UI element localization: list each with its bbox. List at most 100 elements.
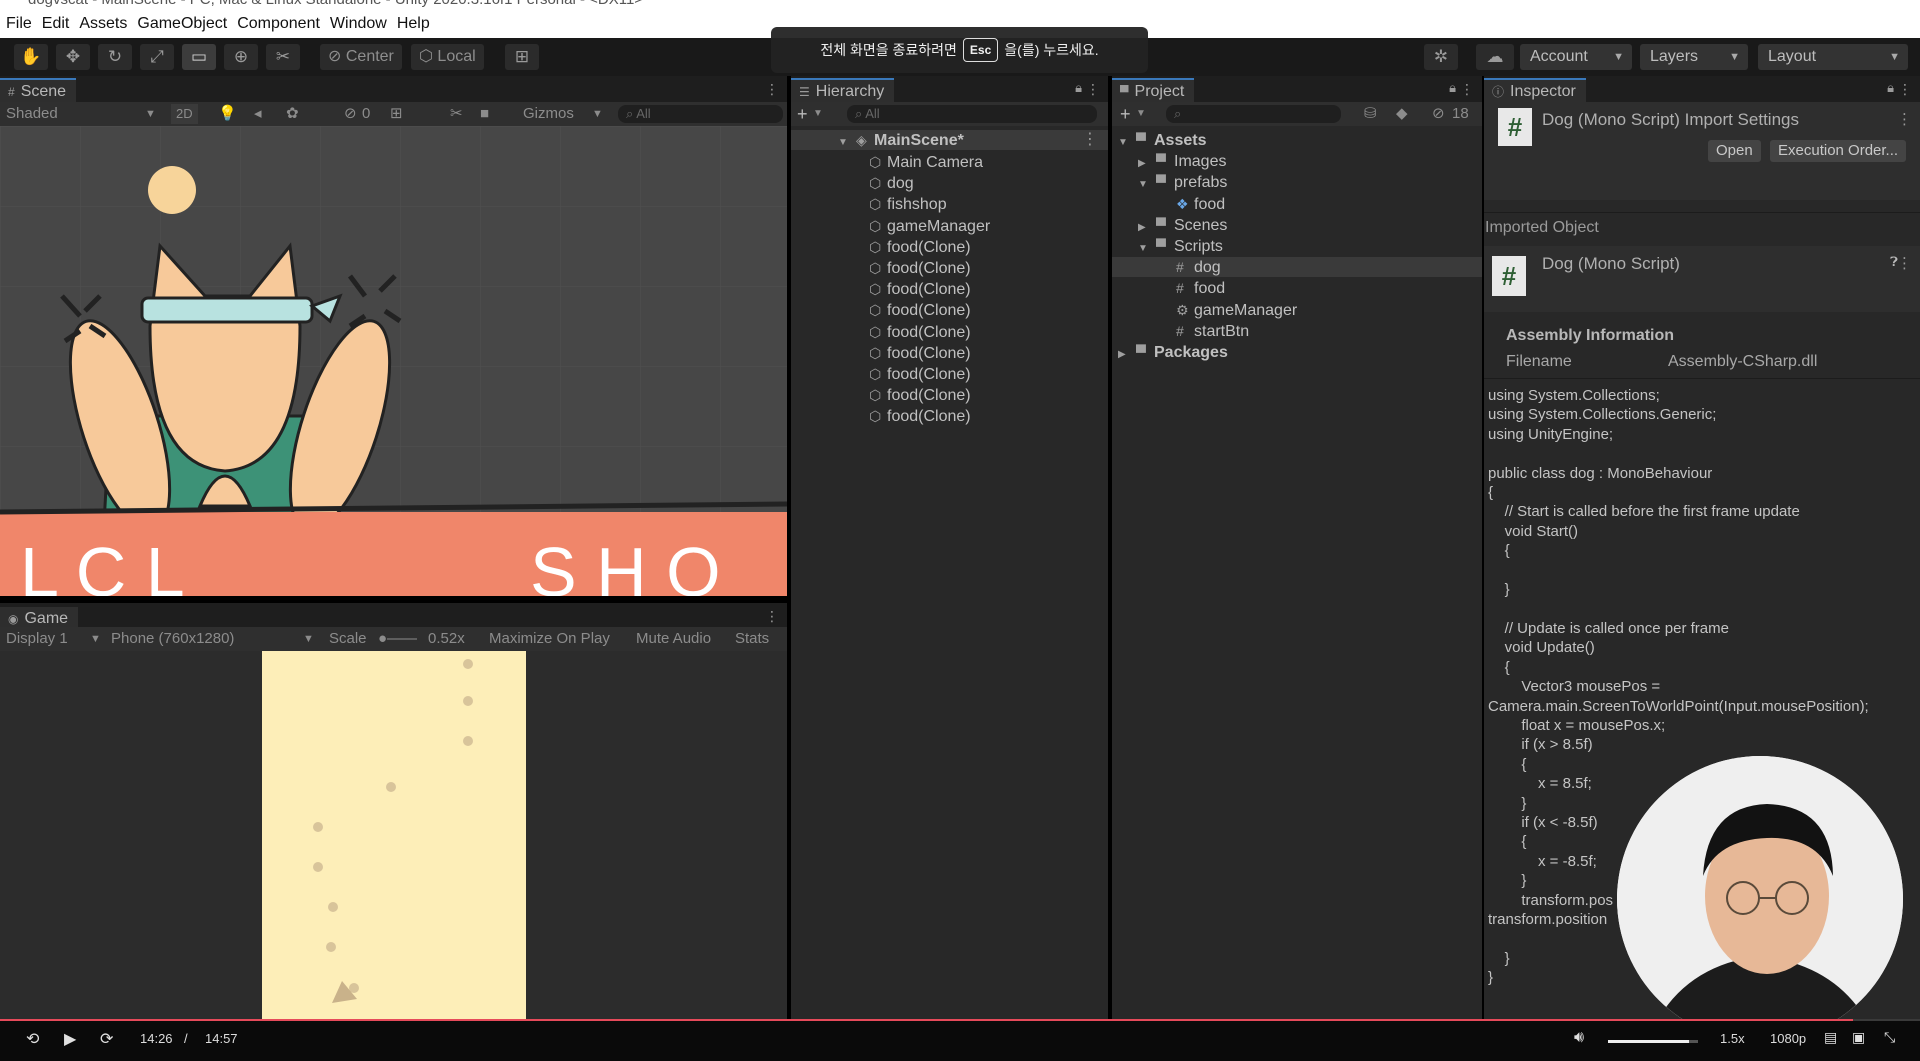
space-toggle[interactable]: ⬡ Local [411,44,484,70]
visibility-icon[interactable]: ⊘ [1432,104,1445,124]
visibility-icon[interactable]: ⊘ [344,104,357,124]
hierarchy-item[interactable]: ⬡ Main Camera [869,152,983,172]
shading-mode-dropdown[interactable]: Shaded [6,104,58,124]
more-icon[interactable]: ⋮ [1086,81,1100,98]
hierarchy-item[interactable]: ⬡ food(Clone) [869,300,971,320]
more-icon[interactable]: ⋮ [1898,81,1912,98]
tab-scene[interactable]: # Scene [0,78,77,102]
more-icon[interactable]: ⋮ [1897,110,1912,128]
menu-gameobject[interactable]: GameObject [137,15,227,33]
more-icon[interactable]: ⋮ [765,81,779,98]
effects-icon[interactable]: ✿ [286,104,299,124]
move-tool-icon[interactable]: ✥ [56,44,90,70]
tools-icon[interactable]: ✂ [450,104,463,124]
menu-component[interactable]: Component [237,15,320,33]
quality-selector[interactable]: 1080p [1770,1031,1806,1046]
layers-dropdown[interactable]: Layers ▼ [1640,44,1748,70]
2d-toggle[interactable]: 2D [171,104,198,124]
more-icon[interactable]: ⋮ [1460,81,1474,98]
tab-game[interactable]: ◉ Game [0,605,79,629]
layout-dropdown[interactable]: Layout ▼ [1758,44,1908,70]
hierarchy-item[interactable]: ⬡ food(Clone) [869,343,971,363]
pivot-toggle[interactable]: ⊘ Center [320,44,402,70]
playback-speed[interactable]: 1.5x [1720,1031,1745,1046]
audio-icon[interactable]: ◂ [254,104,262,124]
exit-fullscreen-icon[interactable]: ⤡ [1884,1029,1895,1046]
project-tree-item[interactable]: ▶ ▀ Scenes [1112,215,1482,235]
forward-10-icon[interactable]: ⟳ [100,1029,113,1049]
hierarchy-item[interactable]: ⬡ food(Clone) [869,406,971,426]
open-button[interactable]: Open [1708,140,1761,162]
custom-tool-icon[interactable]: ✂ [266,44,300,70]
project-tree-item[interactable]: ▼ ▀ Assets [1112,130,1482,150]
project-tree-item[interactable]: ▼ ▀ Scripts [1112,236,1482,256]
project-tree-item[interactable]: # startBtn [1112,321,1482,341]
label-icon[interactable]: ◆ [1396,104,1408,124]
project-tree-item[interactable]: # dog [1112,257,1482,278]
hierarchy-item[interactable]: ⬡ food(Clone) [869,279,971,299]
scale-slider[interactable]: ●—— [378,629,417,649]
scene-search-input[interactable]: ⌕ All [618,105,783,123]
more-icon[interactable]: ⋮ [1897,254,1912,272]
hand-tool-icon[interactable]: ✋ [14,44,48,70]
add-icon[interactable]: + [1120,104,1131,124]
display-dropdown[interactable]: Display 1 [6,629,68,649]
hierarchy-search-input[interactable]: ⌕ All [847,105,1097,123]
lighting-icon[interactable]: 💡 [218,104,237,124]
theater-mode-icon[interactable]: ▣ [1852,1029,1865,1046]
chevron-down-icon[interactable]: ▼ [1138,175,1156,195]
transform-tool-icon[interactable]: ⊕ [224,44,258,70]
chevron-down-icon[interactable]: ▼ [1118,133,1136,153]
more-icon[interactable]: ⋮ [1082,130,1098,150]
chevron-right-icon[interactable]: ▶ [1138,218,1156,238]
execution-order-button[interactable]: Execution Order... [1770,140,1907,162]
menu-edit[interactable]: Edit [42,15,70,33]
mute-audio-toggle[interactable]: Mute Audio [636,629,711,649]
menu-assets[interactable]: Assets [79,15,127,33]
cloud-icon[interactable]: ☁ [1476,44,1514,70]
rect-tool-icon[interactable]: ▭ [182,44,216,70]
menu-help[interactable]: Help [397,15,430,33]
project-tree-item[interactable]: ▶ ▀ Packages [1112,342,1482,362]
hierarchy-item[interactable]: ⬡ food(Clone) [869,258,971,278]
lock-icon[interactable]: 🔒︎ [1075,80,1082,96]
hierarchy-item[interactable]: ⬡ food(Clone) [869,385,971,405]
game-screen[interactable] [262,651,526,1061]
chevron-right-icon[interactable]: ▶ [1118,345,1136,365]
project-search-input[interactable]: ⌕ [1166,105,1341,123]
play-icon[interactable]: ▶ [64,1029,76,1049]
scene-view[interactable]: L C L S H O [0,126,787,596]
grid-toggle-icon[interactable]: ⊞ [390,104,403,124]
camera-icon[interactable]: ■ [480,104,489,124]
menu-window[interactable]: Window [330,15,387,33]
hierarchy-item[interactable]: ⬡ food(Clone) [869,322,971,342]
project-tree-item[interactable]: ⚙ gameManager [1112,300,1482,320]
hierarchy-item[interactable]: ⬡ gameManager [869,216,990,236]
hierarchy-item[interactable]: ⬡ fishshop [869,194,947,214]
stats-toggle[interactable]: Stats [735,629,769,649]
captions-icon[interactable]: ▤ [1824,1029,1837,1046]
gizmos-dropdown[interactable]: Gizmos [523,104,574,124]
hierarchy-item[interactable]: ⬡ dog [869,173,914,193]
tab-project[interactable]: ▀ Project [1112,78,1195,102]
menu-file[interactable]: File [6,15,32,33]
account-dropdown[interactable]: Account ▼ [1520,44,1632,70]
project-tree-item[interactable]: ❖ food [1112,194,1482,214]
volume-slider[interactable] [1608,1040,1698,1043]
scale-tool-icon[interactable]: ⤢ [140,44,174,70]
resolution-dropdown[interactable]: Phone (760x1280) [111,629,234,649]
tab-hierarchy[interactable]: ☰ Hierarchy [791,78,895,102]
scene-root[interactable]: ▼ ◈ MainScene* ⋮ [791,130,1108,150]
rewind-10-icon[interactable]: ⟲ [26,1029,39,1049]
project-tree-item[interactable]: ▶ ▀ Images [1112,151,1482,171]
hierarchy-item[interactable]: ⬡ food(Clone) [869,237,971,257]
snap-icon[interactable]: ⊞ [505,44,539,70]
rotate-tool-icon[interactable]: ↻ [98,44,132,70]
tab-inspector[interactable]: ⓘ Inspector [1484,78,1586,102]
game-view[interactable] [0,651,787,1061]
lock-icon[interactable]: 🔒︎ [1887,80,1894,96]
more-icon[interactable]: ⋮ [765,608,779,625]
collab-icon[interactable]: ✲ [1424,44,1458,70]
project-tree-item[interactable]: ▼ ▀ prefabs [1112,172,1482,192]
maximize-on-play-toggle[interactable]: Maximize On Play [489,629,610,649]
